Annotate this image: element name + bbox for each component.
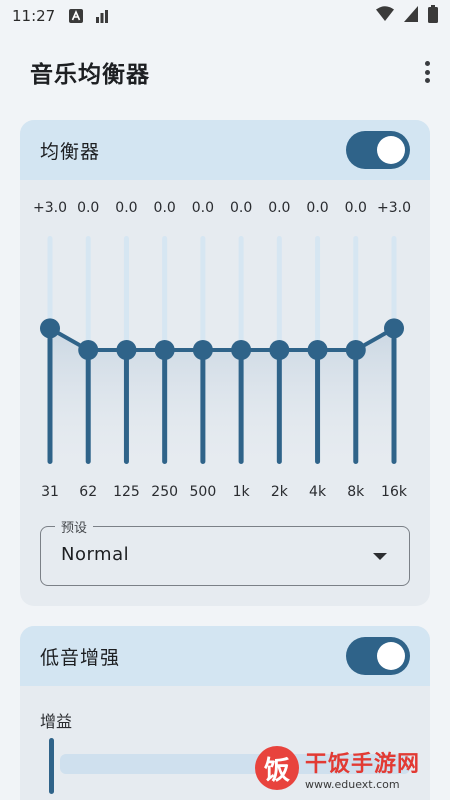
- watermark-name: 干饭手游网: [305, 751, 421, 777]
- network-icon: [404, 6, 418, 26]
- band-slider-active: [123, 350, 129, 464]
- band-slider-thumb[interactable]: [78, 340, 99, 360]
- band-slider-active: [162, 350, 168, 464]
- watermark-logo: 饭: [255, 746, 299, 790]
- status-time: 11:27: [12, 7, 56, 25]
- band-gain-label: 0.0: [192, 200, 214, 216]
- bass-boost-toggle[interactable]: [346, 637, 410, 675]
- watermark: 饭 干饭手游网 www.eduext.com: [255, 740, 445, 796]
- equalizer-toggle[interactable]: [346, 131, 410, 169]
- band-gain-label: +3.0: [33, 200, 67, 216]
- eq-curve-line: [49, 326, 395, 352]
- band-frequency-label: 2k: [271, 484, 289, 500]
- font-a-icon: [69, 9, 84, 23]
- dropdown-arrow-icon: [373, 553, 387, 560]
- preset-dropdown[interactable]: 预设 Normal: [40, 517, 410, 586]
- band-frequency-label: 1k: [233, 484, 251, 500]
- equalizer-sliders: +3.0 0.0 0.0 0.0 0.0 0.0 0.0 0.0 0.0 +3.0 31 62 125…: [33, 200, 411, 500]
- toggle-knob: [377, 136, 405, 164]
- band-slider-active: [85, 350, 91, 464]
- preset-value: Normal: [61, 544, 130, 565]
- band-gain-label: 0.0: [345, 200, 367, 216]
- band-slider-active: [391, 328, 397, 464]
- preset-label: 预设: [55, 517, 94, 536]
- band-slider-thumb[interactable]: [154, 340, 175, 360]
- band-slider-thumb[interactable]: [269, 340, 290, 360]
- band-slider-active: [353, 350, 359, 464]
- band-slider-thumb[interactable]: [40, 318, 60, 339]
- gain-slider-handle[interactable]: [49, 738, 54, 794]
- toggle-knob: [377, 642, 405, 670]
- band-gain-label: 0.0: [77, 200, 99, 216]
- equalizer-title: 均衡器: [40, 140, 101, 163]
- equalizer-header: 均衡器: [20, 120, 430, 180]
- band-slider-thumb[interactable]: [384, 318, 404, 339]
- band-slider-active: [276, 350, 282, 464]
- band-frequency-label: 500: [190, 484, 217, 500]
- band-gain-label: 0.0: [306, 200, 328, 216]
- band-frequency-label: 250: [151, 484, 178, 500]
- more-vert-icon[interactable]: [420, 58, 434, 86]
- band-frequency-label: 62: [79, 484, 97, 500]
- band-gain-label: 0.0: [230, 200, 252, 216]
- bass-boost-header: 低音增强: [20, 626, 430, 686]
- band-gain-label: +3.0: [377, 200, 411, 216]
- band-slider-active: [238, 350, 244, 464]
- band-slider-active: [47, 328, 53, 464]
- band-slider-thumb[interactable]: [116, 340, 137, 360]
- band-gain-label: 0.0: [115, 200, 137, 216]
- band-frequency-label: 125: [113, 484, 140, 500]
- band-slider-thumb[interactable]: [345, 340, 366, 360]
- band-slider-active: [200, 350, 206, 464]
- band-frequency-label: 16k: [381, 484, 408, 500]
- band-slider-thumb[interactable]: [307, 340, 328, 360]
- band-slider-active: [315, 350, 321, 464]
- bass-boost-title: 低音增强: [40, 646, 121, 669]
- signal-bars-icon: [95, 9, 109, 23]
- status-bar: 11:27: [0, 0, 450, 32]
- gain-label: 增益: [40, 712, 73, 731]
- band-frequency-label: 4k: [309, 484, 327, 500]
- wifi-icon: [376, 6, 394, 26]
- band-gain-label: 0.0: [268, 200, 290, 216]
- band-slider-thumb[interactable]: [231, 340, 252, 360]
- page-title: 音乐均衡器: [30, 62, 150, 88]
- watermark-url: www.eduext.com: [305, 777, 400, 791]
- battery-icon: [428, 5, 438, 27]
- band-slider-thumb[interactable]: [192, 340, 213, 360]
- band-frequency-label: 31: [41, 484, 59, 500]
- equalizer-card: 均衡器 +3.0 0.0 0.0 0.0 0.0 0.0 0.0 0.0 0.0 +3.0 31 6…: [20, 120, 430, 606]
- band-frequency-label: 8k: [347, 484, 365, 500]
- app-bar: 音乐均衡器: [0, 44, 450, 100]
- band-gain-label: 0.0: [154, 200, 176, 216]
